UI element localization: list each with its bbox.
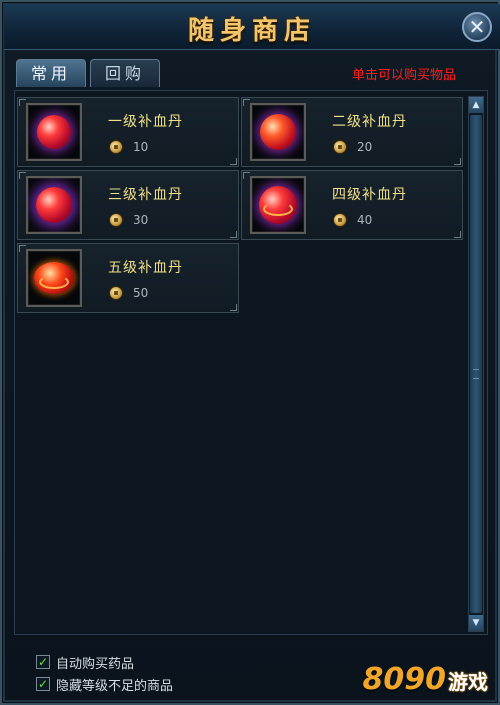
coin-icon — [109, 213, 123, 227]
title-bar: 随身商店 ✕ — [4, 4, 500, 50]
hide-low-level-checkbox[interactable]: ✓ — [36, 677, 50, 691]
item-price: 50 — [133, 286, 149, 300]
grip-icon — [473, 369, 479, 379]
auto-buy-option[interactable]: ✓ 自动购买药品 — [36, 654, 135, 672]
red-pill-icon — [260, 114, 296, 150]
watermark-number: 8090 — [362, 662, 447, 697]
item-name: 五级补血丹 — [108, 260, 183, 276]
scroll-up-icon[interactable]: ▲ — [469, 97, 483, 113]
item-list: 一级补血丹 10 二级补血丹 20 三级补血丹 30 四级补血丹 40 五级补血… — [14, 90, 488, 635]
item-icon-frame — [26, 176, 82, 234]
ornament-icon — [39, 275, 69, 290]
shop-item-5[interactable]: 五级补血丹 50 — [17, 243, 239, 313]
coin-icon — [333, 213, 347, 227]
scrollbar[interactable]: ▲ ▼ — [468, 96, 484, 632]
item-name: 四级补血丹 — [332, 187, 407, 203]
item-name: 二级补血丹 — [332, 114, 407, 130]
auto-buy-label: 自动购买药品 — [56, 656, 135, 672]
close-button[interactable]: ✕ — [462, 12, 492, 42]
item-price: 30 — [133, 213, 149, 227]
scroll-thumb[interactable] — [470, 115, 482, 613]
item-price: 20 — [357, 140, 373, 154]
shop-item-1[interactable]: 一级补血丹 10 — [17, 97, 239, 167]
hide-low-level-label: 隐藏等级不足的商品 — [56, 678, 174, 694]
purchase-hint: 单击可以购买物品 — [351, 68, 456, 83]
scroll-down-icon[interactable]: ▼ — [469, 615, 483, 631]
close-icon: ✕ — [468, 15, 486, 39]
item-icon-frame — [26, 103, 82, 161]
red-pill-icon — [37, 115, 71, 149]
item-price: 10 — [133, 140, 149, 154]
tab-buyback[interactable]: 回购 — [90, 59, 160, 87]
coin-icon — [109, 140, 123, 154]
coin-icon — [109, 286, 123, 300]
shop-item-2[interactable]: 二级补血丹 20 — [241, 97, 463, 167]
item-name: 三级补血丹 — [108, 187, 183, 203]
item-name: 一级补血丹 — [108, 114, 183, 130]
tab-common[interactable]: 常用 — [16, 59, 86, 87]
shop-item-4[interactable]: 四级补血丹 40 — [241, 170, 463, 240]
shop-item-3[interactable]: 三级补血丹 30 — [17, 170, 239, 240]
window-title: 随身商店 — [187, 16, 316, 46]
item-icon-frame — [250, 176, 306, 234]
item-price: 40 — [357, 213, 373, 227]
watermark-text: 游戏 — [448, 670, 488, 694]
item-icon-frame — [250, 103, 306, 161]
coin-icon — [333, 140, 347, 154]
site-watermark: 8090 游戏 — [363, 662, 489, 697]
hide-low-level-option[interactable]: ✓ 隐藏等级不足的商品 — [36, 676, 174, 694]
shop-window: 随身商店 ✕ 常用 回购 单击可以购买物品 一级补血丹 10 二级补血丹 20 — [0, 0, 500, 705]
red-pill-icon — [36, 187, 72, 223]
ornament-icon — [263, 202, 293, 217]
item-icon-frame — [26, 249, 82, 307]
auto-buy-checkbox[interactable]: ✓ — [36, 655, 50, 669]
